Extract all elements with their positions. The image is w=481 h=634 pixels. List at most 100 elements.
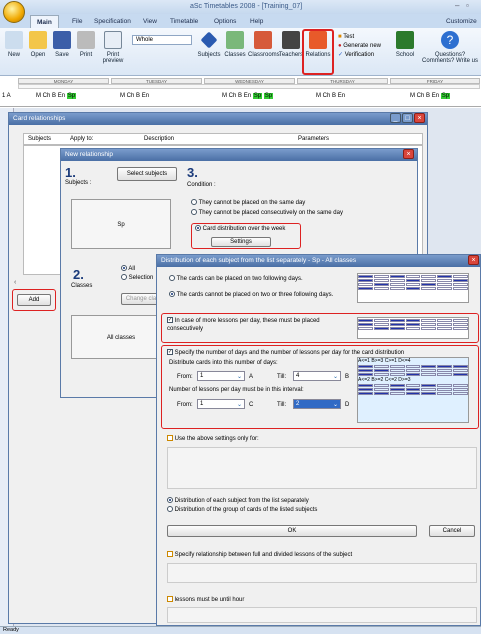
days-label: Distribute cards into this number of day… [169,360,278,366]
questions-button[interactable]: ? Questions? Comments? Write us [420,31,480,73]
print-button[interactable]: Print [74,31,98,73]
chevron-down-icon: ⌄ [332,402,338,408]
new-button[interactable]: New [2,31,26,73]
cond-distribution[interactable]: Card distribution over the week [195,225,285,233]
lessons-label: Number of lessons per day must be in thi… [169,387,304,393]
verification-button[interactable]: ✓ Verification [338,51,381,60]
open-button[interactable]: Open [26,31,50,73]
marker-b: B [345,374,350,380]
subjects-label: Subjects : [65,180,92,186]
lessons-from-input[interactable]: 1 ⌄ [197,399,245,409]
relations-highlight [302,29,334,75]
days-from-input[interactable]: 1 ⌄ [197,371,245,381]
until-hour-checkbox[interactable]: lessons must be until hour [167,596,244,604]
tab-help[interactable]: Help [244,15,269,28]
opt-not-two-days[interactable]: The cards cannot be placed on two or thr… [169,291,333,299]
full-divided-box [167,563,477,583]
close-icon[interactable]: × [468,255,479,265]
marker-d: D [345,402,350,408]
classrooms-icon [254,31,272,49]
from-label-2: From: [177,402,193,408]
card-relationships-title: Card relationships [9,113,427,125]
change-classes-button[interactable]: Change cla [121,293,161,305]
dist-separately-radio[interactable]: Distribution of each subject from the li… [167,497,309,505]
col-apply-to: Apply to: [70,136,94,142]
ok-button[interactable]: OK [167,525,417,537]
step-1-label: 1. [65,165,76,180]
lesson-cells[interactable]: M Ch B En [316,90,345,102]
preview-graph-2 [357,317,469,339]
app-menu-button[interactable] [3,1,25,23]
scroll-left-icon[interactable]: ‹ [14,279,22,287]
print-preview-button[interactable]: Print preview [98,31,128,73]
add-button[interactable]: Add [17,294,51,306]
col-parameters: Parameters [298,136,330,142]
settings-button[interactable]: Settings [211,237,271,247]
opt-two-days[interactable]: The cards can be placed on two following… [169,275,303,283]
distribution-title: Distribution of each subject from the li… [157,255,480,267]
lessons-till-input[interactable]: 2 ⌄ [293,399,341,409]
use-above-checkbox[interactable]: Use the above settings only for: [167,435,259,443]
minimize-icon[interactable]: _ [390,113,401,123]
cancel-button[interactable]: Cancel [429,525,475,537]
chevron-down-icon: ⌄ [236,402,242,408]
tab-view[interactable]: View [137,15,163,28]
floppy-icon [53,31,71,49]
new-document-icon [5,31,23,49]
tab-options[interactable]: Options [208,15,242,28]
from-label-1: From: [177,374,193,380]
lesson-cells[interactable]: M Ch B En Sp [36,90,77,102]
view-combo[interactable]: Whole [132,35,192,45]
minimize-icon[interactable]: – [455,1,459,10]
test-button[interactable]: ■ Test [338,33,381,42]
close-icon[interactable]: × [414,113,425,123]
close-icon[interactable]: × [403,149,414,159]
step-3-label: 3. [187,165,198,180]
save-button[interactable]: Save [50,31,74,73]
maximize-icon[interactable]: ▫ [466,1,469,10]
customize-link[interactable]: Customize [440,15,481,28]
subjects-button[interactable]: Subjects [196,31,222,73]
full-divided-checkbox[interactable]: Specify relationship between full and di… [167,551,352,559]
marker-c: C [249,402,254,408]
select-subjects-button[interactable]: Select subjects [117,167,177,181]
teachers-button[interactable]: Teachers [278,31,304,73]
preview-icon [104,31,122,49]
lesson-cells[interactable]: M Ch B En [120,90,149,102]
preview-graph-3: A<=1 B>=3 C>=1 D<=4 A<=2 B>=2 C<=2 D>=3 [357,357,469,423]
chevron-down-icon: ⌄ [332,374,338,380]
tab-timetable[interactable]: Timetable [164,15,204,28]
classrooms-button[interactable]: Classrooms [248,31,280,73]
col-description: Description [144,136,175,142]
classes-all[interactable]: All [121,265,135,273]
lesson-cells[interactable]: M Ch B En Sp Sp [222,90,274,102]
relationships-table-header: Subjects Apply to: Description Parameter… [23,133,423,145]
selected-subjects-box: Sp [71,199,171,249]
lesson-cells[interactable]: M Ch B En Sp [410,90,451,102]
printer-icon [77,31,95,49]
until-hour-box [167,607,477,623]
verify-icon: ✓ [338,52,345,58]
school-button[interactable]: School [394,31,416,73]
tab-file[interactable]: File [66,15,88,28]
tab-main[interactable]: Main [30,15,59,28]
specify-days-checkbox[interactable]: ✓ Specify the number of days and the num… [167,349,404,357]
legend-1: A<=1 B>=3 C>=1 D<=4 [358,358,411,364]
folder-icon [29,31,47,49]
days-till-input[interactable]: 4 ⌄ [293,371,341,381]
status-bar: Ready [0,626,481,634]
dist-group-radio[interactable]: Distribution of the group of cards of th… [167,506,317,514]
generate-button[interactable]: ● Generate new [338,42,381,51]
consecutive-checkbox[interactable]: ✓ In case of more lessons per day, these… [167,317,347,333]
cond-consecutive[interactable]: They cannot be placed consecutively on t… [191,209,343,217]
maximize-icon[interactable]: □ [402,113,413,123]
classes-selection[interactable]: Selection [121,274,153,282]
tab-specification[interactable]: Specification [88,15,137,28]
till-label-1: Till: [277,374,287,380]
school-icon [396,31,414,49]
till-label-2: Till: [277,402,287,408]
generate-group: ■ Test ● Generate new ✓ Verification [338,33,381,60]
classes-button[interactable]: Classes [222,31,248,73]
cond-same-day[interactable]: They cannot be placed on the same day [191,199,305,207]
subjects-icon [200,31,218,49]
